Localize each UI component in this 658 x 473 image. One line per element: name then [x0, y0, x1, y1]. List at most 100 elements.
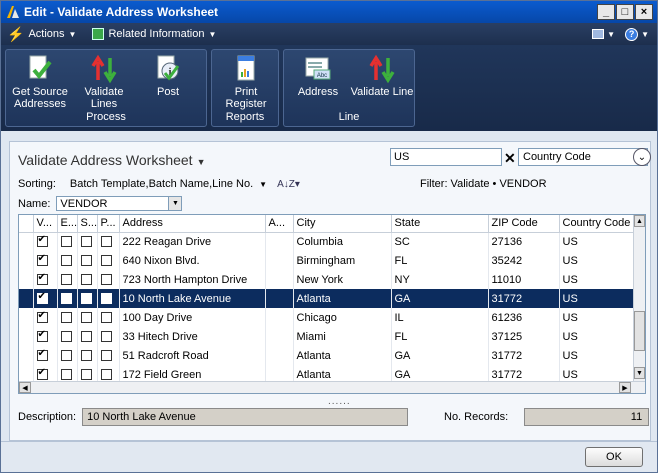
checkbox[interactable] [100, 236, 112, 248]
cell-city[interactable]: Columbia [293, 232, 392, 251]
vertical-scrollbar[interactable]: ▲ ▼ [633, 215, 645, 393]
filter-field-select[interactable]: Country Code ▼ [518, 148, 648, 166]
splitter-handle[interactable]: ...... [328, 396, 351, 407]
row-selector[interactable] [19, 308, 34, 327]
cell-zip[interactable]: 61236 [488, 308, 560, 327]
checkbox[interactable] [60, 312, 72, 324]
checkbox[interactable] [100, 369, 112, 381]
checkbox[interactable] [100, 312, 112, 324]
cell-state[interactable]: GA [391, 346, 489, 365]
scroll-down-icon[interactable]: ▼ [634, 367, 645, 379]
cell-city[interactable]: New York [293, 270, 392, 289]
column-header[interactable]: Address [119, 215, 266, 233]
cell-address[interactable]: 51 Radcroft Road [119, 346, 266, 365]
column-header[interactable]: A... [265, 215, 294, 233]
column-header[interactable]: P... [97, 215, 120, 233]
cell-state[interactable]: SC [391, 232, 489, 251]
column-header[interactable]: E... [57, 215, 78, 233]
checkbox[interactable] [36, 234, 48, 248]
checkbox[interactable] [60, 255, 72, 267]
checkbox[interactable] [36, 348, 48, 362]
chevron-down-icon[interactable]: ▼ [259, 180, 267, 189]
ok-button[interactable]: OK [585, 447, 643, 467]
cell-city[interactable]: Atlanta [293, 346, 392, 365]
checkbox[interactable] [100, 293, 112, 305]
scroll-thumb[interactable] [634, 311, 645, 351]
cell-country[interactable]: US [559, 270, 636, 289]
column-header[interactable]: State [391, 215, 489, 233]
cell-a[interactable] [265, 232, 294, 251]
checkbox[interactable] [100, 255, 112, 267]
layout-menu-button[interactable]: ▼ [592, 29, 615, 39]
checkbox[interactable] [80, 331, 92, 343]
checkbox[interactable] [36, 310, 48, 324]
scroll-right-icon[interactable]: ▶ [619, 382, 631, 393]
cell-a[interactable] [265, 346, 294, 365]
checkbox[interactable] [60, 236, 72, 248]
cell-address[interactable]: 640 Nixon Blvd. [119, 251, 266, 270]
column-header[interactable]: S... [77, 215, 98, 233]
cell-address[interactable]: 723 North Hampton Drive [119, 270, 266, 289]
cell-city[interactable]: Birmingham [293, 251, 392, 270]
close-button[interactable]: × [635, 4, 653, 20]
cell-zip[interactable]: 11010 [488, 270, 560, 289]
checkbox[interactable] [36, 272, 48, 286]
row-selector[interactable] [19, 232, 34, 251]
column-header[interactable]: Country Code [559, 215, 636, 233]
minimize-button[interactable]: _ [597, 4, 615, 20]
cell-country[interactable]: US [559, 289, 636, 308]
post-button[interactable]: i Post [136, 54, 200, 98]
checkbox[interactable] [100, 350, 112, 362]
cell-country[interactable]: US [559, 232, 636, 251]
checkbox[interactable] [80, 236, 92, 248]
address-button[interactable]: Abc Address [286, 54, 350, 98]
table-row[interactable]: 100 Day Drive ChicagoIL61236US [19, 308, 636, 327]
cell-address[interactable]: 222 Reagan Drive [119, 232, 266, 251]
checkbox[interactable] [60, 369, 72, 381]
cell-zip[interactable]: 35242 [488, 251, 560, 270]
row-selector[interactable] [19, 270, 34, 289]
cell-state[interactable]: IL [391, 308, 489, 327]
cell-state[interactable]: FL [391, 327, 489, 346]
checkbox[interactable] [60, 331, 72, 343]
cell-zip[interactable]: 31772 [488, 289, 560, 308]
cell-a[interactable] [265, 251, 294, 270]
checkbox[interactable] [60, 293, 72, 305]
checkbox[interactable] [36, 329, 48, 343]
column-header[interactable]: V... [33, 215, 58, 233]
column-header[interactable]: ZIP Code [488, 215, 560, 233]
row-selector[interactable] [19, 289, 34, 308]
table-row[interactable]: 33 Hitech Drive MiamiFL37125US [19, 327, 636, 346]
checkbox[interactable] [36, 253, 48, 267]
checkbox[interactable] [80, 312, 92, 324]
cell-address[interactable]: 100 Day Drive [119, 308, 266, 327]
row-selector[interactable] [19, 327, 34, 346]
maximize-button[interactable]: □ [616, 4, 634, 20]
table-row[interactable]: 51 Radcroft Road AtlantaGA31772US [19, 346, 636, 365]
validate-line-button[interactable]: Validate Line [350, 54, 414, 98]
cell-city[interactable]: Chicago [293, 308, 392, 327]
cell-a[interactable] [265, 270, 294, 289]
cell-zip[interactable]: 31772 [488, 346, 560, 365]
table-row[interactable]: 640 Nixon Blvd. BirminghamFL35242US [19, 251, 636, 270]
actions-menu[interactable]: ⚡ Actions ▼ [7, 26, 76, 43]
cell-a[interactable] [265, 308, 294, 327]
cell-a[interactable] [265, 327, 294, 346]
checkbox[interactable] [80, 274, 92, 286]
scroll-left-icon[interactable]: ◀ [19, 382, 31, 393]
table-row[interactable]: 10 North Lake Avenue AtlantaGA31772US [19, 289, 636, 308]
row-selector[interactable] [19, 346, 34, 365]
related-information-menu[interactable]: Related Information ▼ [92, 28, 216, 40]
scroll-up-icon[interactable]: ▲ [634, 215, 645, 227]
checkbox[interactable] [100, 331, 112, 343]
checkbox[interactable] [36, 291, 48, 305]
cell-city[interactable]: Miami [293, 327, 392, 346]
worksheet-title-menu[interactable]: Validate Address Worksheet ▼ [18, 152, 206, 168]
cell-city[interactable]: Atlanta [293, 289, 392, 308]
checkbox[interactable] [80, 369, 92, 381]
cell-address[interactable]: 33 Hitech Drive [119, 327, 266, 346]
cell-state[interactable]: GA [391, 289, 489, 308]
cell-country[interactable]: US [559, 308, 636, 327]
checkbox[interactable] [36, 367, 48, 381]
cell-zip[interactable]: 37125 [488, 327, 560, 346]
